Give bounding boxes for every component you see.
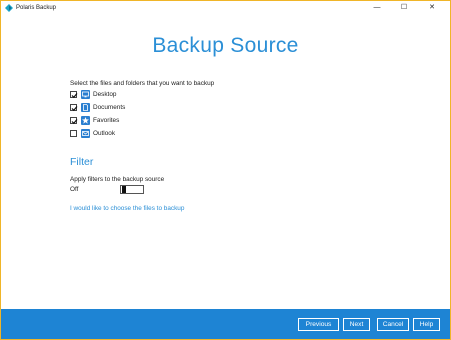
window-title: Polaris Backup [16, 5, 57, 11]
minimize-button[interactable]: — [364, 1, 390, 15]
desktop-icon [81, 90, 90, 99]
next-button[interactable]: Next [343, 318, 370, 331]
page-title: Backup Source [152, 34, 299, 57]
source-item-outlook[interactable]: Outlook [70, 129, 190, 139]
documents-icon [81, 103, 90, 112]
title-bar: Polaris Backup — ☐ ✕ [1, 1, 450, 15]
app-window: Polaris Backup — ☐ ✕ Backup Source Selec… [0, 0, 451, 340]
outlook-checkbox[interactable] [70, 130, 77, 137]
previous-button[interactable]: Previous [298, 318, 339, 331]
maximize-button[interactable]: ☐ [391, 1, 417, 15]
cancel-button[interactable]: Cancel [377, 318, 409, 331]
source-label: Outlook [93, 130, 116, 137]
toggle-thumb [122, 186, 126, 193]
outlook-icon [81, 129, 90, 138]
source-label: Documents [93, 104, 126, 111]
desktop-checkbox[interactable] [70, 91, 78, 99]
help-button[interactable]: Help [413, 318, 440, 331]
checkmark-icon [71, 106, 78, 112]
checkmark-icon [71, 93, 78, 99]
filter-label: Apply filters to the backup source [70, 176, 165, 183]
filter-section-title: Filter [70, 156, 94, 168]
footer-bar: Previous Next Cancel Help [1, 309, 450, 339]
favorites-star-icon [81, 116, 90, 125]
app-logo-icon [5, 4, 13, 12]
checkmark-icon [71, 119, 78, 125]
source-label: Desktop [93, 91, 117, 98]
instruction-text: Select the files and folders that you wa… [70, 80, 215, 87]
close-button[interactable]: ✕ [419, 1, 445, 15]
filter-toggle[interactable] [120, 185, 144, 194]
source-item-desktop[interactable]: Desktop [70, 90, 190, 100]
source-label: Favorites [93, 117, 120, 124]
favorites-checkbox[interactable] [70, 117, 78, 125]
source-item-documents[interactable]: Documents [70, 103, 190, 113]
source-item-favorites[interactable]: Favorites [70, 116, 190, 126]
choose-files-link[interactable]: I would like to choose the files to back… [70, 205, 184, 212]
filter-state-text: Off [70, 186, 79, 193]
documents-checkbox[interactable] [70, 104, 78, 112]
